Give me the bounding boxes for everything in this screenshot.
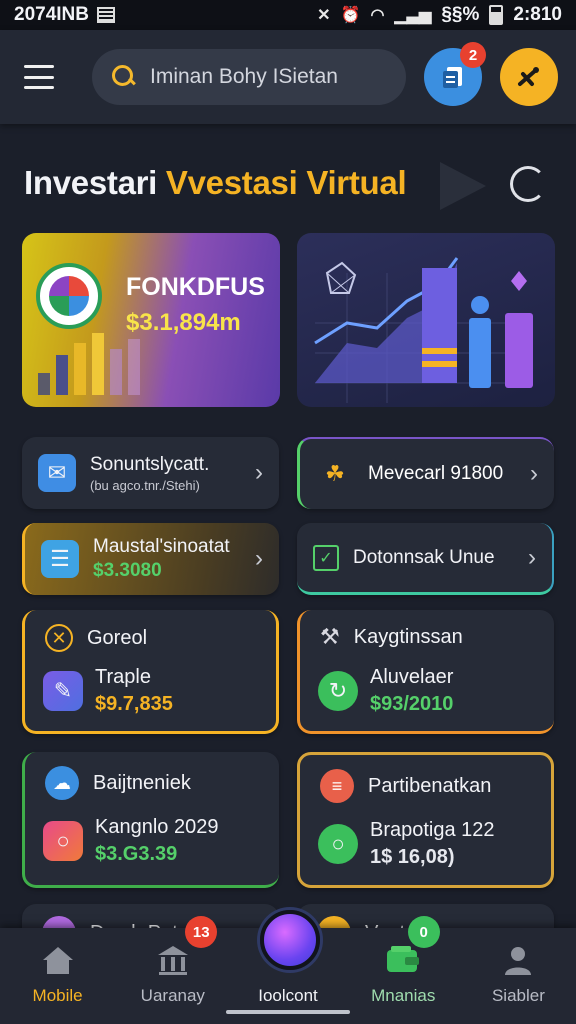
nav-label: Uaranay xyxy=(140,986,205,1005)
asset-name: Brapotiga 122 xyxy=(370,819,495,841)
crossed-circle-icon: ✕ xyxy=(45,624,73,652)
nav-label: Siabler xyxy=(491,986,545,1005)
profile-button[interactable] xyxy=(500,48,558,106)
wallet-icon xyxy=(385,942,421,978)
nav-badge: 13 xyxy=(185,916,218,948)
nav-siabler[interactable]: Siabler xyxy=(461,928,576,1024)
app-header: 2 xyxy=(0,30,576,124)
coin-icon: ≡ xyxy=(320,769,354,803)
asset-value: 1$ 16,08) xyxy=(370,846,455,868)
list-card-title: Sonuntslycatt. xyxy=(90,453,210,475)
nav-mnanias[interactable]: 0 Mnanias xyxy=(346,916,461,1024)
nav-uaranay[interactable]: 13 Uaranay xyxy=(115,916,230,1024)
home-indicator xyxy=(226,1010,350,1014)
asset-card-partibenatkan[interactable]: ≡ Partibenatkan ○ Brapotiga 122 1$ 16,08… xyxy=(297,752,554,888)
mute-icon: ✕ xyxy=(317,7,331,24)
cloud-icon: ☁ xyxy=(45,766,79,800)
page-title: Investari Vvestasi Virtual xyxy=(24,164,407,202)
notification-status-icon xyxy=(97,7,115,23)
signal-icon: ▁▃▅ xyxy=(394,7,432,24)
home-icon xyxy=(40,942,76,978)
title-part-1: Investari xyxy=(24,164,158,201)
card-header: Baijtneniek xyxy=(93,771,191,794)
bank-icon xyxy=(155,942,191,978)
search-bar[interactable] xyxy=(92,49,406,105)
pencil-icon: ✎ xyxy=(43,671,83,711)
asset-name: Aluvelaer xyxy=(370,666,454,688)
list-card-value: $3.3080 xyxy=(93,560,162,581)
list-card-mevecarl[interactable]: ☘ Mevecarl 91800 › xyxy=(297,437,554,509)
message-icon: ○ xyxy=(318,824,358,864)
crossed-tools-icon xyxy=(518,67,539,86)
search-input[interactable] xyxy=(150,65,370,89)
nav-badge: 0 xyxy=(407,916,440,948)
fund-name: FONKDFUS xyxy=(126,273,265,301)
nav-label: Mobile xyxy=(32,986,83,1005)
list-card-title: Maustal'sinoatat xyxy=(93,536,230,557)
chevron-right-icon: › xyxy=(530,460,538,487)
tools-icon: ⚒ xyxy=(320,624,340,649)
center-action-button[interactable] xyxy=(260,910,320,970)
hamburger-menu-icon[interactable] xyxy=(24,65,54,89)
title-arrow-decoration xyxy=(440,162,486,210)
list-card-maustal[interactable]: ☰ Maustal'sinoatat $3.3080 › xyxy=(22,523,279,595)
card-header: Partibenatkan xyxy=(368,774,492,797)
fund-value: $3.1,894m xyxy=(126,309,241,336)
nav-mobile[interactable]: Mobile xyxy=(0,928,115,1024)
list-card-title: Mevecarl 91800 xyxy=(368,463,504,484)
document-icon xyxy=(443,67,462,88)
growth-chart-illustration xyxy=(314,257,533,403)
checkbox-icon: ✓ xyxy=(313,544,339,571)
asset-card-goreol[interactable]: ✕ Goreol ✎ Traple $9.7,835 xyxy=(22,610,279,734)
wifi-icon: ◠ xyxy=(370,7,385,24)
asset-name: Kangnlo 2029 xyxy=(95,816,219,838)
nav-label: Ioolcont xyxy=(258,986,318,1005)
user-icon xyxy=(500,942,536,978)
chevron-right-icon: › xyxy=(255,545,263,572)
asset-card-kaygtinssan[interactable]: ⚒ Kaygtinssan ↻ Aluvelaer $93/2010 xyxy=(297,610,554,734)
analytics-graphic-card[interactable] xyxy=(297,233,555,407)
featured-fund-card[interactable]: FONKDFUS $3.1,894m xyxy=(22,233,280,407)
ring-icon: ○ xyxy=(43,821,83,861)
card-header: Goreol xyxy=(87,626,148,649)
envelope-icon: ✉ xyxy=(38,454,76,492)
asset-value: $3.G3.39 xyxy=(95,843,178,865)
status-right-text: §§% xyxy=(441,4,480,25)
documents-button[interactable]: 2 xyxy=(424,42,486,106)
alarm-icon: ⏰ xyxy=(340,7,361,24)
battery-icon xyxy=(489,5,504,25)
status-bar: 2074INB ✕ ⏰ ◠ ▁▃▅ §§% 2:810 xyxy=(0,0,576,30)
list-card-subtitle: (bu agco.tnr./Stehi) xyxy=(90,477,200,493)
fund-logo-icon xyxy=(36,263,102,329)
asset-name: Traple xyxy=(95,666,151,688)
chevron-right-icon: › xyxy=(528,543,536,571)
status-time: 2:810 xyxy=(513,4,562,25)
card-header: Kaygtinssan xyxy=(353,625,463,648)
refresh-icon[interactable] xyxy=(510,166,546,202)
search-icon xyxy=(112,65,136,89)
notification-badge: 2 xyxy=(460,42,486,68)
asset-card-baijtneniek[interactable]: ☁ Baijtneniek ○ Kangnlo 2029 $3.G3.39 xyxy=(22,752,279,888)
list-document-icon: ☰ xyxy=(41,540,79,578)
leaf-icon: ☘ xyxy=(325,461,345,486)
nav-label: Mnanias xyxy=(371,986,436,1005)
list-card-title: Dotonnsak Unue xyxy=(353,546,495,568)
asset-value: $93/2010 xyxy=(370,693,454,715)
asset-value: $9.7,835 xyxy=(95,693,173,715)
title-part-2: Vvestasi Virtual xyxy=(165,164,407,201)
chat-icon: ↻ xyxy=(318,671,358,711)
list-card-sonuntslycatt[interactable]: ✉ Sonuntslycatt. (bu agco.tnr./Stehi) › xyxy=(22,437,279,509)
list-card-dotonnsak[interactable]: ✓ Dotonnsak Unue › xyxy=(297,523,554,595)
status-left-text: 2074INB xyxy=(14,4,89,25)
chevron-right-icon: › xyxy=(255,459,263,486)
